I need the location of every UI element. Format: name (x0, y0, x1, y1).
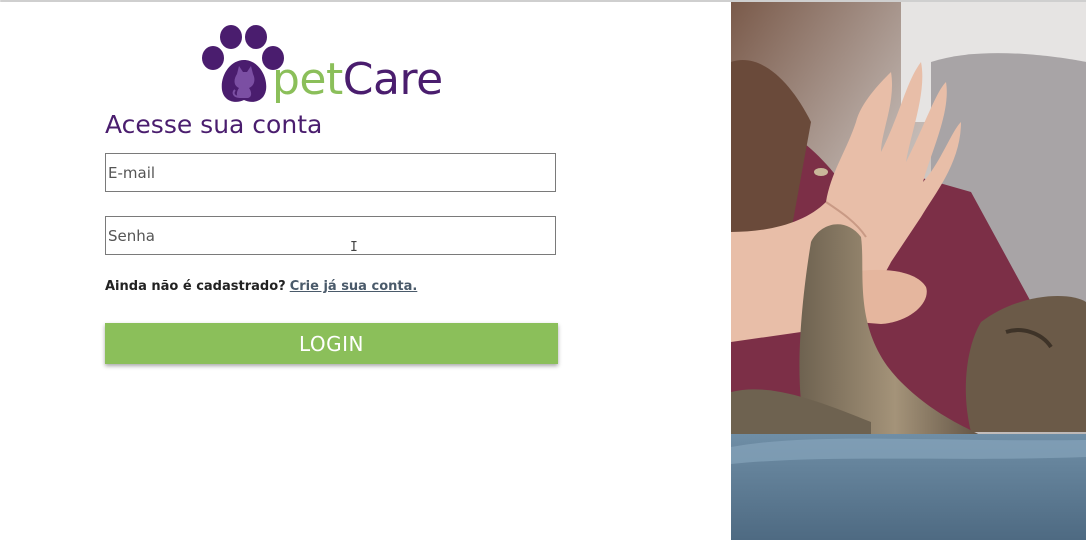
login-button[interactable]: LOGIN (105, 323, 558, 364)
hero-photo (731, 2, 1086, 540)
signup-prompt: Ainda não é cadastrado? Crie já sua conta… (105, 279, 417, 294)
signup-prompt-text: Ainda não é cadastrado? (105, 279, 286, 294)
brand-name-care: Care (342, 54, 443, 105)
email-field[interactable] (105, 153, 556, 192)
hand-and-cat-paw-image (731, 2, 1086, 540)
login-panel: petCare Acesse sua conta I Ainda não é c… (0, 2, 731, 540)
password-field[interactable] (105, 216, 556, 255)
text-cursor-icon: I (350, 240, 358, 255)
create-account-link[interactable]: Crie já sua conta. (290, 279, 418, 294)
petcare-logo: petCare (200, 24, 470, 112)
brand-name: petCare (272, 54, 443, 106)
page-title: Acesse sua conta (105, 110, 323, 139)
brand-name-pet: pet (272, 54, 343, 105)
